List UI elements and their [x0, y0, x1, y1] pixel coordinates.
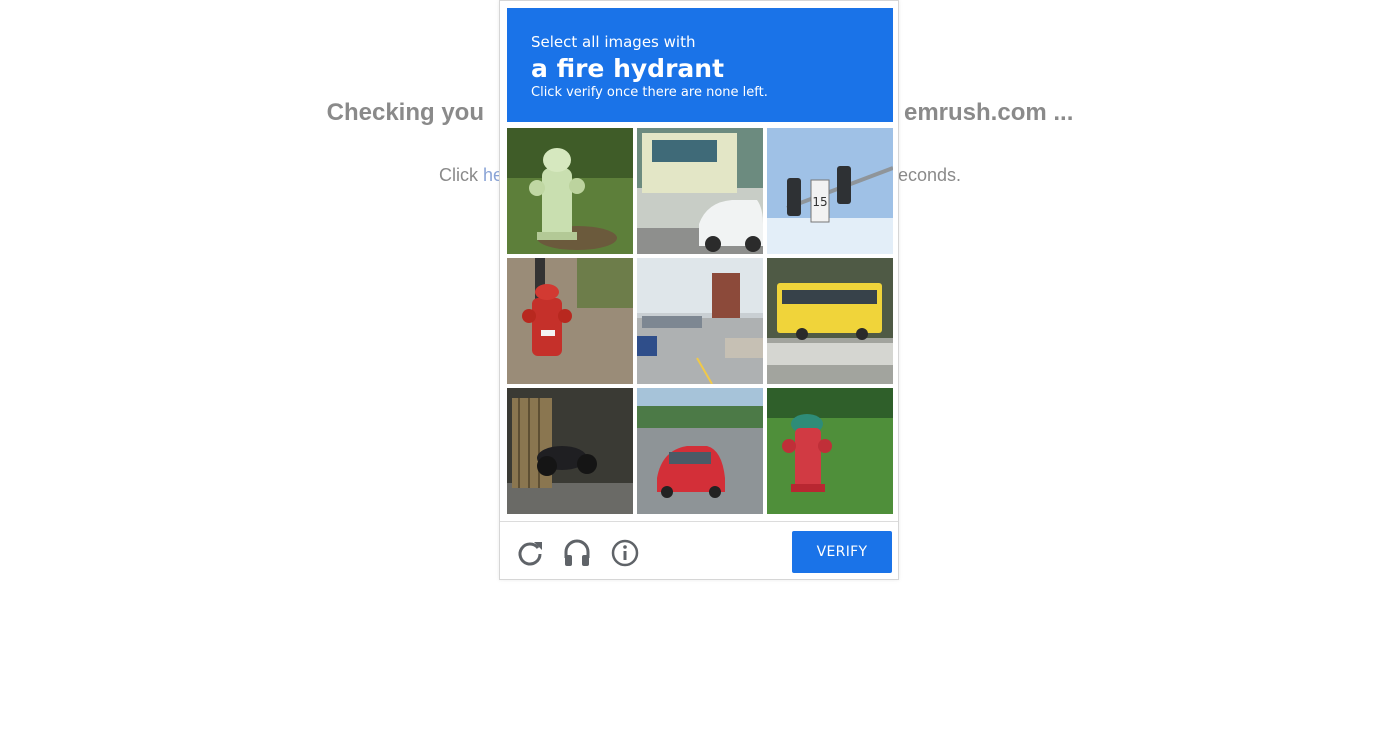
captcha-tile-9[interactable]: [767, 388, 893, 514]
reload-icon: [518, 542, 542, 566]
page: Checking you emrush.com ... Click he econd…: [0, 0, 1400, 735]
subtext-suffix: econds.: [897, 165, 962, 185]
captcha-tile-6[interactable]: [767, 258, 893, 384]
footer-divider: [500, 521, 898, 522]
captcha-target: a fire hydrant: [531, 54, 725, 83]
captcha-image-grid: 15: [507, 128, 893, 514]
car-image: [637, 388, 763, 514]
captcha-instruction: Select all images with: [531, 33, 696, 51]
hydrant-image: [507, 128, 633, 254]
captcha-dialog: Select all images with a fire hydrant Cl…: [499, 0, 899, 580]
subtext-prefix: Click: [438, 165, 483, 185]
captcha-header: Select all images with a fire hydrant Cl…: [507, 8, 893, 122]
captcha-tile-3[interactable]: 15: [767, 128, 893, 254]
reload-button[interactable]: [513, 536, 547, 570]
street-image: [637, 258, 763, 384]
headphones-icon: [564, 539, 590, 566]
info-button[interactable]: [608, 536, 642, 570]
captcha-hint: Click verify once there are none left.: [531, 85, 768, 100]
captcha-tile-8[interactable]: [637, 388, 763, 514]
page-heading-left: Checking you: [326, 99, 484, 126]
bus-image: [767, 258, 893, 384]
hydrant-image: [507, 258, 633, 384]
bus-image: [637, 128, 763, 254]
verify-button[interactable]: VERIFY: [792, 531, 892, 573]
captcha-tile-4[interactable]: [507, 258, 633, 384]
traffic-light-image: 15: [767, 128, 893, 254]
captcha-tile-5[interactable]: [637, 258, 763, 384]
audio-challenge-button[interactable]: [560, 536, 594, 570]
captcha-tile-7[interactable]: [507, 388, 633, 514]
captcha-tile-1[interactable]: [507, 128, 633, 254]
info-icon: [611, 539, 639, 567]
svg-text:15: 15: [812, 195, 827, 209]
captcha-tile-2[interactable]: [637, 128, 763, 254]
page-heading-right: emrush.com ...: [903, 99, 1074, 126]
hydrant-image: [767, 388, 893, 514]
motorcycle-image: [507, 388, 633, 514]
